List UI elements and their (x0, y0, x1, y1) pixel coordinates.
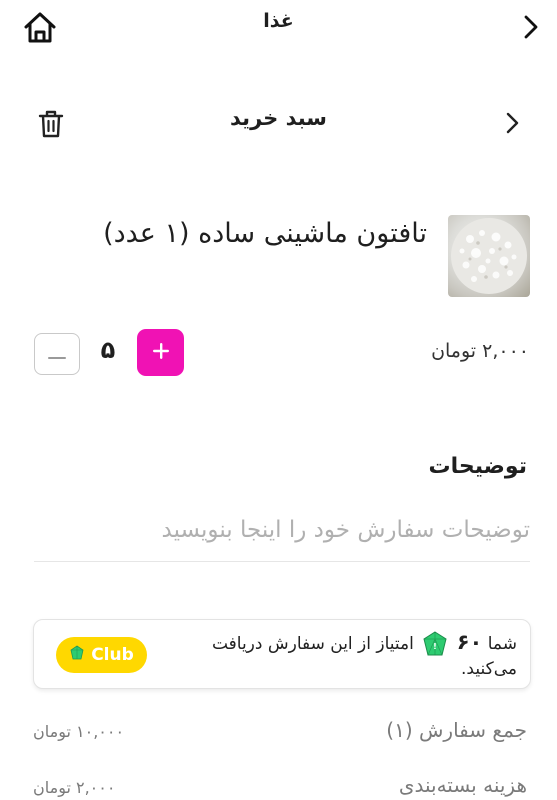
decrease-quantity-button[interactable] (34, 333, 80, 375)
product-image (448, 215, 530, 297)
plus-icon (152, 342, 169, 363)
club-prefix: شما (487, 634, 517, 654)
back-chevron-icon[interactable] (517, 12, 545, 42)
gem-icon (69, 645, 85, 665)
summary-label-subtotal: جمع سفارش (۱) (386, 718, 527, 742)
summary-value-packaging: ۲,۰۰۰ تومان (33, 778, 116, 797)
quantity-value: ۵ (100, 336, 116, 364)
page-title: غذا (263, 10, 294, 32)
summary-value-subtotal: ۱۰,۰۰۰ تومان (33, 722, 125, 741)
increase-quantity-button[interactable] (137, 329, 184, 376)
cart-chevron-icon[interactable] (501, 108, 525, 138)
order-notes-input[interactable] (34, 508, 530, 562)
club-points-value: ۶۰ (456, 630, 483, 654)
product-name: تافتون ماشینی ساده (۱ عدد) (103, 218, 427, 249)
club-button[interactable]: Club (56, 637, 147, 673)
summary-label-packaging: هزینه بسته‌بندی (398, 773, 527, 797)
cart-title: سبد خرید (230, 106, 327, 130)
club-badge-label: Club (91, 645, 134, 665)
gem-icon: ! (421, 630, 449, 658)
notes-title: توضیحات (428, 454, 527, 479)
svg-text:!: ! (433, 642, 437, 651)
minus-icon (48, 345, 66, 364)
product-price: ۲,۰۰۰ تومان (431, 340, 529, 362)
club-points-text: شما ۶۰ ! امتیاز از این سفارش دریافت می‌ک… (197, 630, 517, 680)
